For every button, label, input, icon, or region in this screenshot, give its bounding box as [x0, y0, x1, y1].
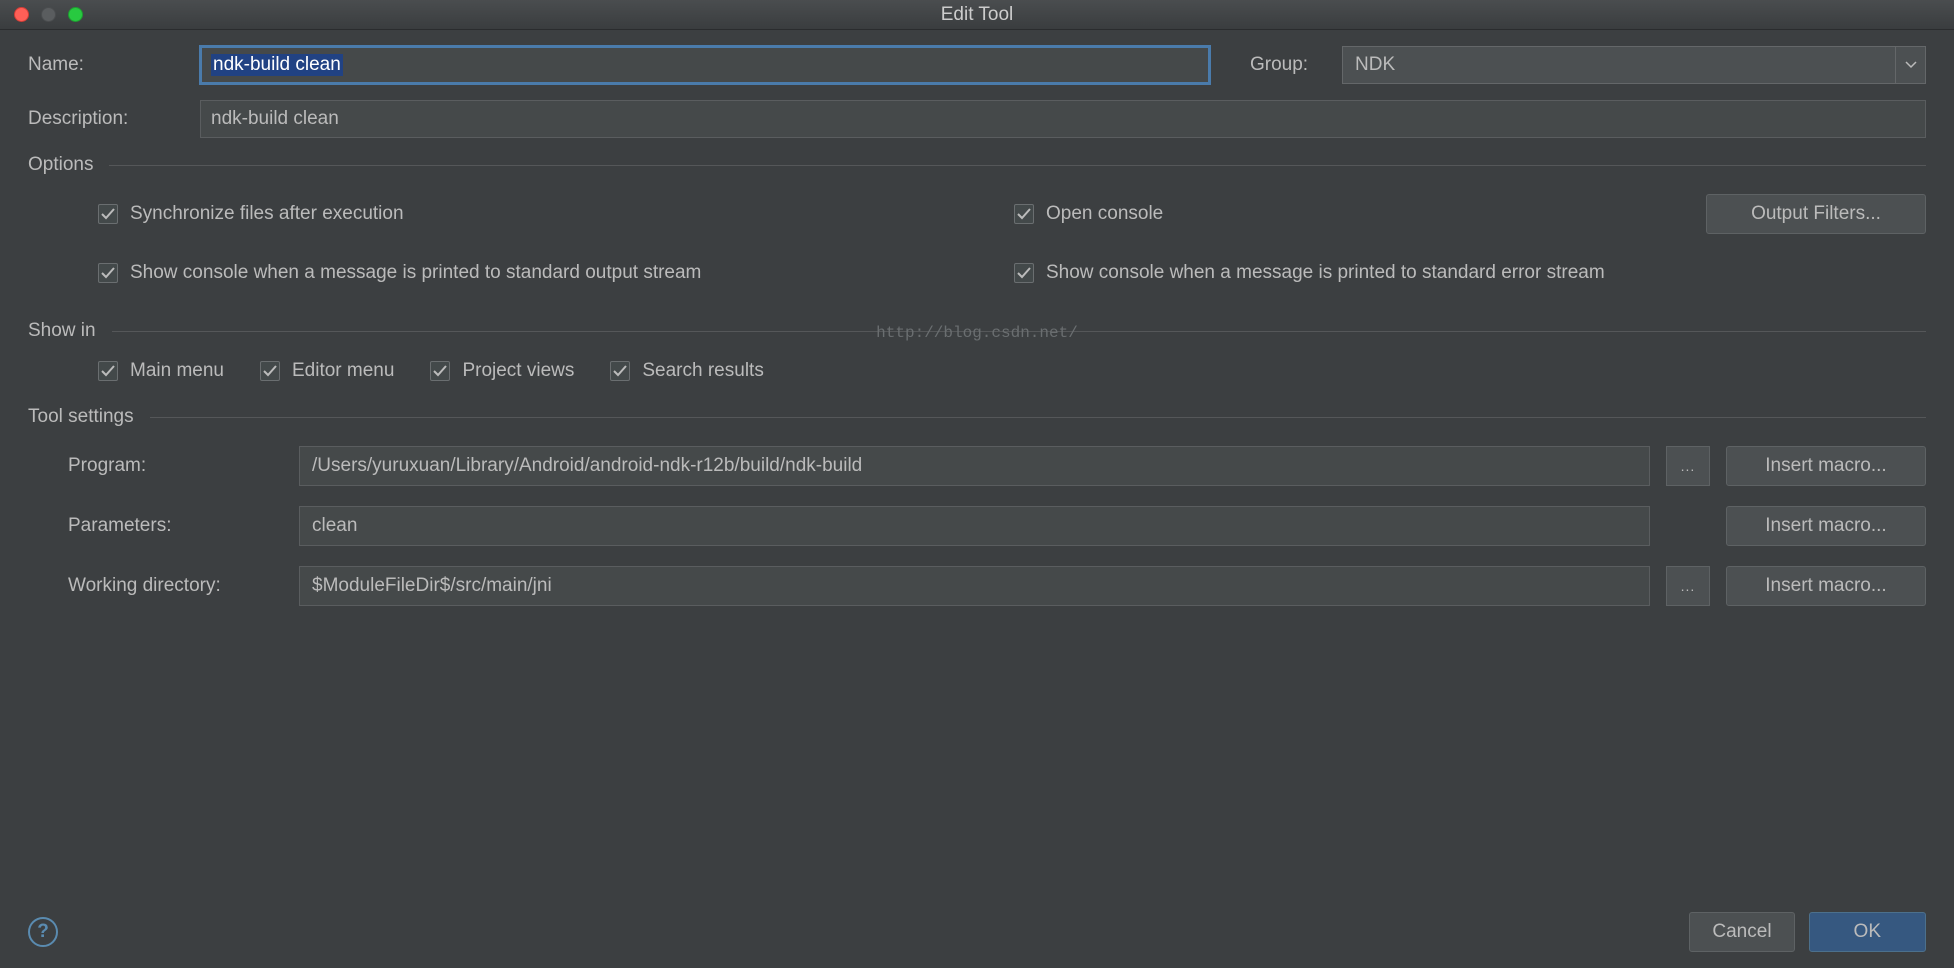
- show-in-section-header: Show in: [28, 320, 1926, 342]
- sync-files-label: Synchronize files after execution: [130, 203, 404, 225]
- group-combobox[interactable]: NDK: [1342, 46, 1926, 84]
- ok-button[interactable]: OK: [1809, 912, 1926, 952]
- tool-settings-section-title: Tool settings: [28, 406, 134, 428]
- group-value: NDK: [1355, 54, 1395, 76]
- parameters-value: clean: [312, 515, 357, 537]
- chevron-down-icon: [1895, 47, 1925, 83]
- show-stdout-label: Show console when a message is printed t…: [130, 262, 701, 284]
- working-dir-insert-macro-button[interactable]: Insert macro...: [1726, 566, 1926, 606]
- main-menu-checkbox[interactable]: [98, 361, 118, 381]
- working-dir-value: $ModuleFileDir$/src/main/jni: [312, 575, 552, 597]
- program-value: /Users/yuruxuan/Library/Android/android-…: [312, 455, 862, 477]
- main-menu-label: Main menu: [130, 360, 224, 382]
- parameters-insert-macro-button[interactable]: Insert macro...: [1726, 506, 1926, 546]
- show-stdout-checkbox[interactable]: [98, 263, 118, 283]
- editor-menu-checkbox[interactable]: [260, 361, 280, 381]
- working-dir-browse-button[interactable]: ...: [1666, 566, 1710, 606]
- cancel-button[interactable]: Cancel: [1689, 912, 1794, 952]
- description-input[interactable]: ndk-build clean: [200, 100, 1926, 138]
- program-input[interactable]: /Users/yuruxuan/Library/Android/android-…: [299, 446, 1650, 486]
- divider: [109, 165, 1926, 166]
- name-label: Name:: [28, 54, 188, 76]
- program-insert-macro-button[interactable]: Insert macro...: [1726, 446, 1926, 486]
- zoom-icon[interactable]: [68, 7, 83, 22]
- tool-settings-section-header: Tool settings: [28, 406, 1926, 428]
- working-dir-input[interactable]: $ModuleFileDir$/src/main/jni: [299, 566, 1650, 606]
- divider: [112, 331, 1926, 332]
- open-console-label: Open console: [1046, 203, 1163, 225]
- close-icon[interactable]: [14, 7, 29, 22]
- minimize-icon[interactable]: [41, 7, 56, 22]
- show-stderr-checkbox[interactable]: [1014, 263, 1034, 283]
- open-console-checkbox[interactable]: [1014, 204, 1034, 224]
- parameters-input[interactable]: clean: [299, 506, 1650, 546]
- program-browse-button[interactable]: ...: [1666, 446, 1710, 486]
- name-value: ndk-build clean: [211, 54, 343, 76]
- sync-files-checkbox[interactable]: [98, 204, 118, 224]
- working-dir-label: Working directory:: [68, 575, 283, 597]
- options-section-header: Options: [28, 154, 1926, 176]
- titlebar: Edit Tool: [0, 0, 1954, 30]
- parameters-label: Parameters:: [68, 515, 283, 537]
- name-input[interactable]: ndk-build clean: [200, 46, 1210, 84]
- group-label: Group:: [1250, 54, 1330, 76]
- editor-menu-label: Editor menu: [292, 360, 394, 382]
- options-section-title: Options: [28, 154, 93, 176]
- window-title: Edit Tool: [941, 4, 1014, 26]
- show-in-section-title: Show in: [28, 320, 96, 342]
- project-views-checkbox[interactable]: [430, 361, 450, 381]
- help-icon[interactable]: ?: [28, 917, 58, 947]
- traffic-lights: [14, 7, 83, 22]
- search-results-checkbox[interactable]: [610, 361, 630, 381]
- divider: [150, 417, 1926, 418]
- description-value: ndk-build clean: [211, 108, 339, 130]
- search-results-label: Search results: [642, 360, 763, 382]
- show-stderr-label: Show console when a message is printed t…: [1046, 262, 1605, 284]
- dialog-footer: ? Cancel OK: [0, 896, 1954, 968]
- program-label: Program:: [68, 455, 283, 477]
- output-filters-button[interactable]: Output Filters...: [1706, 194, 1926, 234]
- description-label: Description:: [28, 108, 188, 130]
- project-views-label: Project views: [462, 360, 574, 382]
